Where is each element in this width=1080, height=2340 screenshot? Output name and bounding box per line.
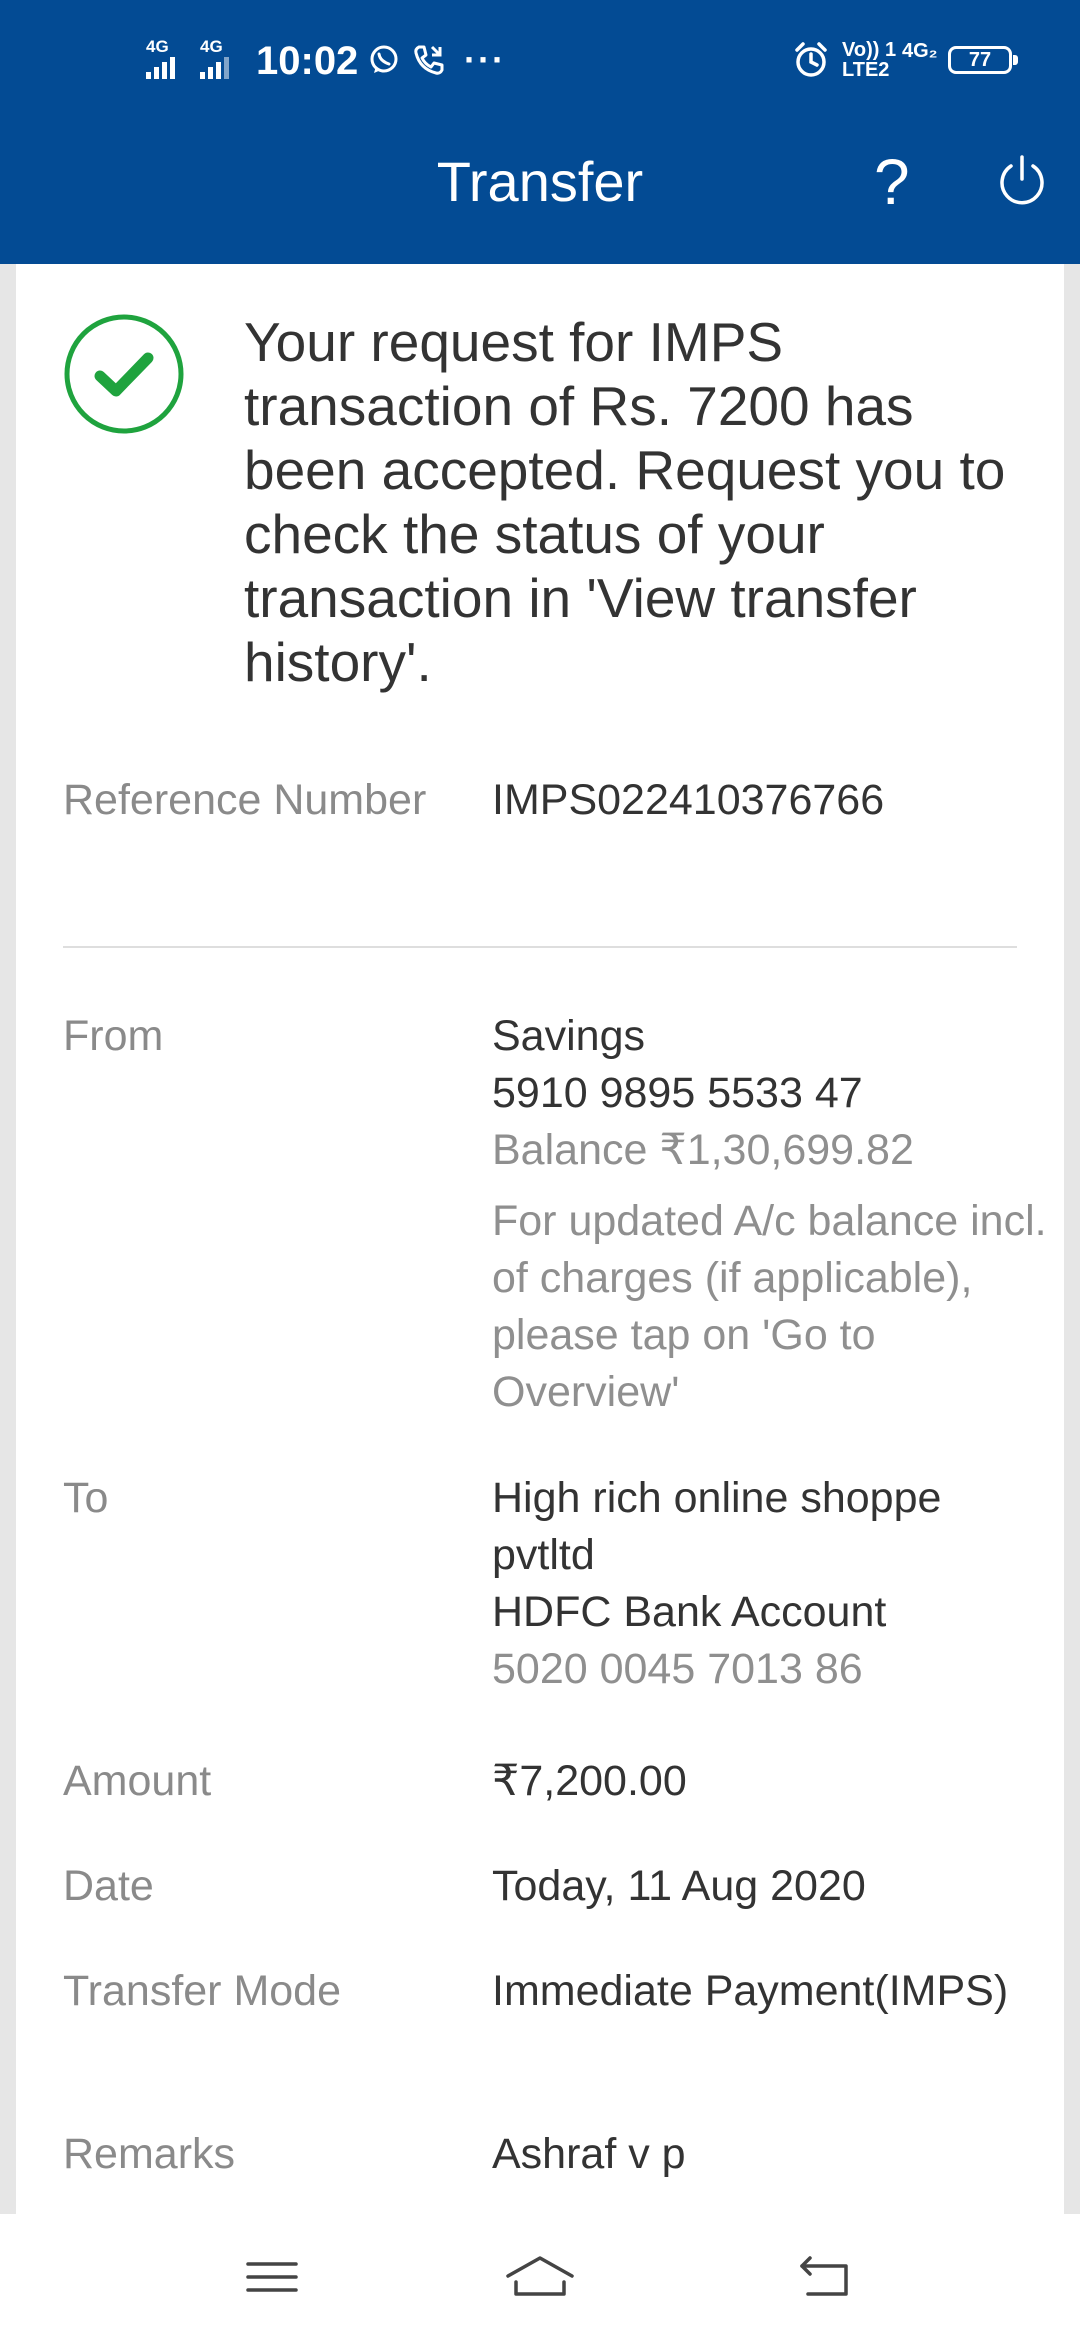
from-balance: Balance ₹1,30,699.82 — [492, 1126, 914, 1174]
volte-indicator: Vo)) 1 LTE2 — [842, 40, 896, 80]
status-bar: 4G 4G 10:02 ··· Vo)) 1 LTE2 4G₂ 77 — [0, 0, 1080, 120]
lte-label: LTE2 — [842, 59, 890, 81]
more-notifications-icon: ··· — [464, 39, 506, 80]
confirmation-message: Your request for IMPS transaction of Rs.… — [244, 311, 1006, 693]
to-label: To — [63, 1474, 109, 1522]
reference-value: IMPS022410376766 — [492, 776, 885, 824]
help-icon[interactable]: ? — [874, 142, 910, 222]
signal-1: 4G — [146, 38, 175, 79]
network-label-2: 4G — [200, 37, 223, 56]
phone-call-icon — [412, 38, 446, 82]
date-label: Date — [63, 1862, 154, 1910]
network-label-1: 4G — [146, 37, 169, 56]
transfer-confirmation-card: Your request for IMPS transaction of Rs.… — [16, 264, 1064, 2214]
amount-value: ₹7,200.00 — [492, 1757, 687, 1805]
signal-bars-1-icon — [146, 57, 175, 79]
reference-label: Reference Number — [63, 776, 427, 824]
divider — [63, 946, 1017, 948]
to-details: High rich online shoppe pvtltd HDFC Bank… — [492, 1470, 1052, 1698]
alarm-icon — [792, 38, 830, 82]
payee-name: High rich online shoppe pvtltd — [492, 1474, 942, 1579]
from-label: From — [63, 1012, 164, 1060]
transfer-mode-value: Immediate Payment(IMPS) — [492, 1967, 1009, 2015]
payee-bank: HDFC Bank Account — [492, 1588, 887, 1636]
remarks-value: Ashraf v p — [492, 2130, 686, 2178]
transfer-mode-label: Transfer Mode — [63, 1967, 342, 2015]
system-nav-bar — [0, 2214, 1080, 2340]
power-icon[interactable] — [994, 152, 1050, 208]
page-title: Transfer — [436, 150, 644, 213]
menu-icon[interactable] — [242, 2252, 302, 2302]
app-header: 4G 4G 10:02 ··· Vo)) 1 LTE2 4G₂ 77 Trans… — [0, 0, 1080, 264]
from-details: Savings 5910 9895 5533 47 Balance ₹1,30,… — [492, 1008, 1052, 1421]
network-label-3: 4G₂ — [902, 40, 938, 62]
date-value: Today, 11 Aug 2020 — [492, 1862, 866, 1910]
from-account-number: 5910 9895 5533 47 — [492, 1069, 863, 1117]
balance-note: For updated A/c balance incl. of charges… — [492, 1197, 1047, 1416]
whatsapp-icon — [368, 38, 400, 82]
check-circle-icon — [64, 314, 184, 434]
volte-label: Vo)) 1 — [842, 39, 897, 61]
signal-bars-2-icon — [200, 57, 229, 79]
battery-icon: 77 — [948, 46, 1018, 74]
amount-label: Amount — [63, 1757, 212, 1805]
from-account-type: Savings — [492, 1012, 645, 1060]
signal-2: 4G — [200, 38, 229, 79]
clock: 10:02 — [256, 39, 359, 83]
remarks-label: Remarks — [63, 2130, 236, 2178]
payee-account-number: 5020 0045 7013 86 — [492, 1645, 863, 1693]
home-icon[interactable] — [504, 2252, 576, 2302]
back-icon[interactable] — [794, 2252, 854, 2302]
